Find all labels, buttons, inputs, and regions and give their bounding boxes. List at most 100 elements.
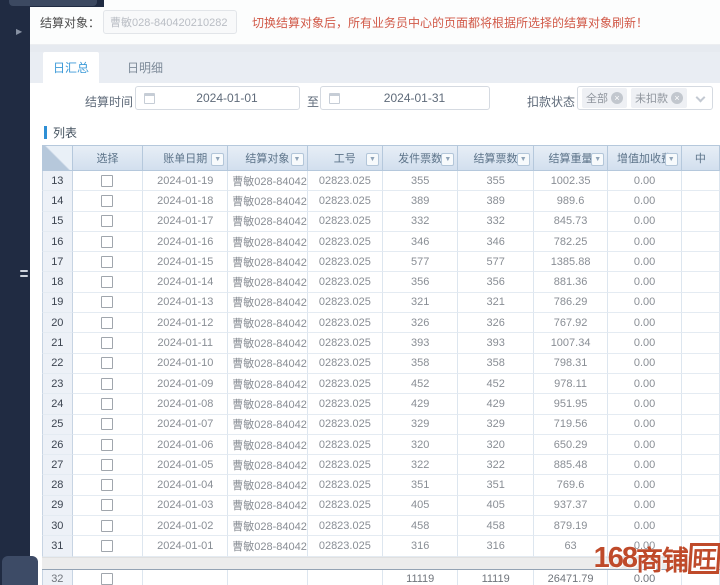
worker-id-cell: 02823.025	[308, 232, 383, 252]
settled-count-cell: 356	[458, 272, 533, 292]
row-number: 22	[42, 354, 73, 374]
worker-id-cell: 02823.025	[308, 496, 383, 516]
table-row: 222024-01-10曹敏028-8404202102823.02535835…	[42, 354, 720, 374]
tab-daily-detail[interactable]: 日明细	[112, 52, 178, 83]
sent-count-cell: 322	[383, 455, 458, 475]
column-filter-icon[interactable]: ▼	[441, 153, 454, 166]
column-header: 结算票数▼	[458, 145, 533, 171]
settled-weight-cell: 782.25	[534, 232, 608, 252]
row-checkbox[interactable]	[101, 573, 113, 585]
sent-count-cell: 11119	[383, 570, 458, 585]
settled-count-cell: 458	[458, 516, 533, 536]
row-number: 19	[42, 293, 73, 313]
column-filter-icon[interactable]: ▼	[366, 153, 379, 166]
sent-count-cell: 458	[383, 516, 458, 536]
surcharge-cell: 0.00	[608, 171, 682, 191]
row-checkbox-cell	[73, 272, 144, 292]
sent-count-cell: 351	[383, 475, 458, 495]
column-filter-icon[interactable]: ▼	[591, 153, 604, 166]
settled-count-cell: 452	[458, 374, 533, 394]
column-filter-icon[interactable]: ▼	[291, 153, 304, 166]
settled-count-cell: 355	[458, 171, 533, 191]
sidebar-top-bar	[0, 0, 104, 7]
clipped-cell	[682, 252, 720, 272]
row-checkbox[interactable]	[101, 276, 113, 288]
surcharge-cell: 0.00	[608, 293, 682, 313]
surcharge-cell: 0.00	[608, 313, 682, 333]
table-row: 232024-01-09曹敏028-8404202102823.02545245…	[42, 374, 720, 394]
row-number: 26	[42, 435, 73, 455]
drag-handle-icon[interactable]	[20, 270, 28, 280]
column-filter-icon[interactable]: ▼	[665, 153, 678, 166]
settled-weight-cell: 650.29	[534, 435, 608, 455]
sent-count-cell: 316	[383, 536, 458, 556]
row-checkbox[interactable]	[101, 175, 113, 187]
remove-tag-icon[interactable]: ×	[611, 92, 623, 104]
row-checkbox[interactable]	[101, 378, 113, 390]
list-section-header: 列表	[30, 123, 77, 141]
row-checkbox-cell	[73, 191, 144, 211]
surcharge-cell: 0.00	[608, 394, 682, 414]
row-checkbox[interactable]	[101, 337, 113, 349]
settled-count-cell: 351	[458, 475, 533, 495]
row-checkbox[interactable]	[101, 296, 113, 308]
bill-date-cell: 2024-01-12	[143, 313, 228, 333]
row-checkbox[interactable]	[101, 418, 113, 430]
settled-count-cell: 322	[458, 455, 533, 475]
surcharge-cell: 0.00	[608, 475, 682, 495]
tab-daily-summary[interactable]: 日汇总	[43, 52, 99, 83]
worker-id-cell: 02823.025	[308, 516, 383, 536]
settlement-target-cell: 曹敏028-84042021	[228, 272, 307, 292]
row-checkbox[interactable]	[101, 398, 113, 410]
settled-weight-cell: 719.56	[534, 415, 608, 435]
row-number: 27	[42, 455, 73, 475]
row-checkbox[interactable]	[101, 439, 113, 451]
column-header-label: 工号	[334, 150, 356, 166]
row-checkbox[interactable]	[101, 357, 113, 369]
row-checkbox[interactable]	[101, 540, 113, 552]
table-body: 132024-01-19曹敏028-8404202102823.02535535…	[42, 171, 720, 557]
bill-date-cell: 2024-01-18	[143, 191, 228, 211]
sidebar-bottom-item[interactable]	[2, 556, 38, 585]
bill-date-cell: 2024-01-15	[143, 252, 228, 272]
row-checkbox[interactable]	[101, 256, 113, 268]
row-checkbox[interactable]	[101, 317, 113, 329]
remove-tag-icon[interactable]: ×	[671, 92, 683, 104]
row-checkbox[interactable]	[101, 499, 113, 511]
clipped-cell	[682, 394, 720, 414]
row-checkbox[interactable]	[101, 479, 113, 491]
column-header: 结算重量▼	[534, 145, 608, 171]
column-header: 中	[682, 145, 720, 171]
table-row: 152024-01-17曹敏028-8404202102823.02533233…	[42, 212, 720, 232]
settlement-target-cell: 曹敏028-84042021	[228, 374, 307, 394]
date-to-input[interactable]: 2024-01-31	[320, 86, 490, 110]
date-from-input[interactable]: 2024-01-01	[135, 86, 300, 110]
sidebar-top-item[interactable]	[9, 0, 97, 6]
surcharge-cell: 0.00	[608, 415, 682, 435]
settlement-target-cell: 曹敏028-84042021	[228, 171, 307, 191]
column-filter-icon[interactable]: ▼	[211, 153, 224, 166]
row-checkbox[interactable]	[101, 459, 113, 471]
row-number: 29	[42, 496, 73, 516]
row-number: 16	[42, 232, 73, 252]
settlement-target-cell: 曹敏028-84042021	[228, 354, 307, 374]
left-sidebar	[0, 0, 30, 585]
sent-count-cell: 358	[383, 354, 458, 374]
row-checkbox[interactable]	[101, 520, 113, 532]
row-checkbox-cell	[73, 333, 144, 353]
row-checkbox[interactable]	[101, 215, 113, 227]
row-checkbox[interactable]	[101, 195, 113, 207]
column-header-label: 账单日期	[163, 150, 207, 166]
calendar-icon	[329, 93, 340, 104]
table-row: 292024-01-03曹敏028-8404202102823.02540540…	[42, 496, 720, 516]
column-filter-icon[interactable]: ▼	[517, 153, 530, 166]
settlement-target-input[interactable]	[103, 10, 237, 34]
worker-id-cell: 02823.025	[308, 394, 383, 414]
settled-count-cell: 429	[458, 394, 533, 414]
settlement-target-cell	[228, 570, 307, 585]
expand-arrow-icon[interactable]: ▶	[16, 27, 22, 36]
content-panel: 结算时间： 2024-01-01 至 2024-01-31 扣款状态： 全部 ×	[30, 83, 720, 585]
deduction-status-select[interactable]: 全部 × 未扣款 ×	[577, 86, 713, 110]
bill-date-cell: 2024-01-17	[143, 212, 228, 232]
row-checkbox[interactable]	[101, 236, 113, 248]
